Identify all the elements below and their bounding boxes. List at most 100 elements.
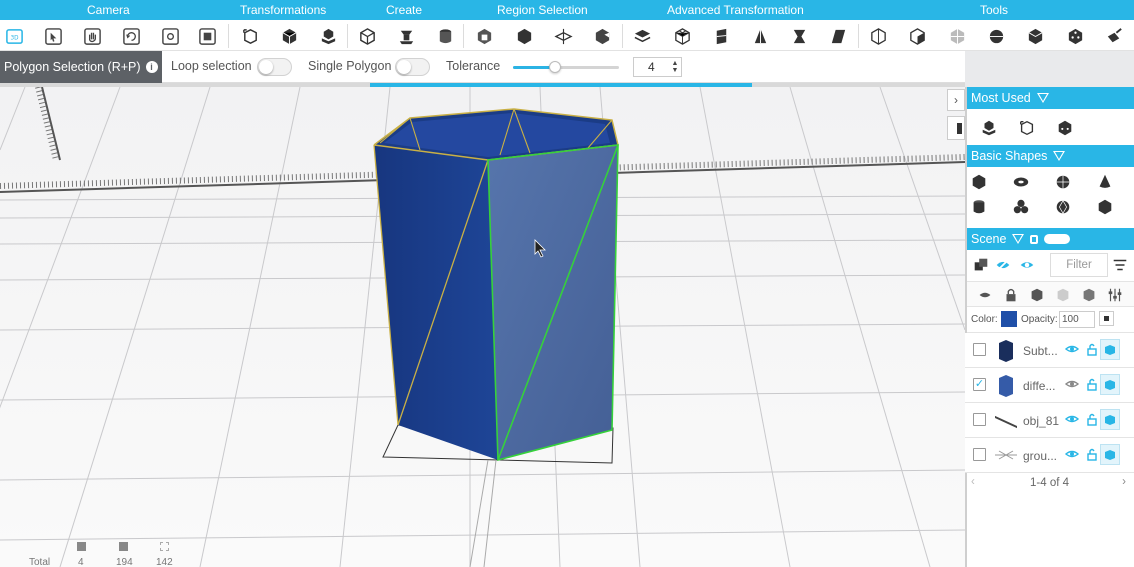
view-3d-button[interactable]: 3D [2,24,26,48]
scene-row[interactable]: obj_81 [965,403,1134,438]
basic-shapes-header[interactable]: Basic Shapes [967,145,1134,167]
region-button-3[interactable] [551,24,575,48]
scene-hide-button[interactable] [993,255,1013,275]
unlock-icon[interactable] [1085,377,1099,391]
shape-sphere-button[interactable] [1053,172,1073,192]
column-shaded-icon[interactable] [1079,285,1099,305]
scene-view-toggle[interactable] [1044,234,1071,244]
rotate-view-button[interactable] [119,24,143,48]
tool-button-1[interactable] [866,24,890,48]
ribbon-tab-region-selection[interactable]: Region Selection [497,3,588,17]
transform-button-2[interactable] [277,24,301,48]
scene-boolean-button[interactable] [971,255,991,275]
shape-cube-button[interactable] [969,172,989,192]
advanced-button-3[interactable] [709,24,733,48]
shape-spheres-button[interactable] [1011,197,1031,217]
advanced-button-4[interactable] [748,24,772,48]
most-used-item-2[interactable] [1017,118,1037,138]
shape-cone-button[interactable] [1095,172,1115,192]
camera-box-button[interactable] [195,24,219,48]
scene-row[interactable]: Subt... [965,333,1134,368]
visibility-eye-icon[interactable] [1065,377,1079,391]
unlock-icon[interactable] [1085,447,1099,461]
visibility-eye-icon[interactable] [1065,342,1079,356]
single-polygon-label: Single Polygon [308,59,392,73]
scene-row[interactable]: ✓ diffe... [965,368,1134,403]
select-button[interactable] [41,24,65,48]
transform-button-3[interactable] [316,24,340,48]
visibility-eye-icon[interactable] [1065,447,1079,461]
opacity-toggle-button[interactable] [1099,311,1114,326]
panel-side-tab[interactable] [947,116,965,140]
most-used-item-3[interactable] [1055,118,1075,138]
3d-viewport[interactable]: Total 4 194 142 [0,87,965,567]
tolerance-input[interactable]: 4 ▲ ▼ [633,57,682,77]
row-checkbox[interactable] [973,343,986,356]
tool-button-2[interactable] [905,24,929,48]
ribbon-tab-camera[interactable]: Camera [87,3,130,17]
pan-button[interactable] [80,24,104,48]
most-used-item-1[interactable] [979,118,999,138]
color-swatch[interactable] [1001,311,1017,327]
column-settings-icon[interactable] [1105,285,1125,305]
scene-menu-button[interactable] [1110,255,1130,275]
unlock-icon[interactable] [1085,412,1099,426]
row-checkbox[interactable] [973,448,986,461]
ribbon-tab-advanced-transformation[interactable]: Advanced Transformation [667,3,804,17]
scene-filter-input[interactable]: Filter [1050,253,1108,277]
tolerance-stepper[interactable]: ▲ ▼ [671,60,679,74]
tool-button-7[interactable] [1102,24,1126,48]
scene-square-icon[interactable] [1030,234,1039,244]
solid-mode-button[interactable] [1100,374,1120,395]
create-button-1[interactable] [355,24,379,48]
single-polygon-toggle[interactable] [395,58,430,76]
tool-button-4[interactable] [984,24,1008,48]
row-checkbox[interactable]: ✓ [973,378,986,391]
create-button-3[interactable] [433,24,457,48]
shape-torus-button[interactable] [1011,172,1031,192]
region-button-2[interactable] [512,24,536,48]
column-solid-icon[interactable] [1027,285,1047,305]
region-button-4[interactable] [590,24,614,48]
create-button-2[interactable] [394,24,418,48]
advanced-button-1[interactable] [630,24,654,48]
tolerance-slider-handle[interactable] [549,61,562,73]
solid-mode-button[interactable] [1100,409,1120,430]
shape-polyhedron-button[interactable] [1095,197,1115,217]
shape-cylinder-button[interactable] [969,197,989,217]
scene-canvas[interactable] [0,87,965,567]
column-wire-icon[interactable] [1053,285,1073,305]
transform-button-1[interactable] [238,24,262,48]
ribbon-tab-tools[interactable]: Tools [980,3,1008,17]
boolean-icon [974,258,988,271]
visibility-eye-icon[interactable] [1065,412,1079,426]
column-lock-icon[interactable] [1001,285,1021,305]
scene-row[interactable]: grou... [965,438,1134,473]
info-icon[interactable]: i [145,61,158,73]
opacity-input[interactable]: 100 [1059,311,1095,328]
tolerance-slider[interactable] [513,61,619,73]
advanced-button-5[interactable] [787,24,811,48]
tool-button-6[interactable] [1063,24,1087,48]
tool-button-5[interactable] [1023,24,1047,48]
selected-object[interactable] [373,108,619,462]
advanced-button-6[interactable] [826,24,850,48]
column-visibility-icon[interactable] [975,285,995,305]
next-page-button[interactable]: › [1122,476,1126,488]
solid-mode-button[interactable] [1100,444,1120,465]
ribbon-tab-create[interactable]: Create [386,3,422,17]
solid-mode-button[interactable] [1100,339,1120,360]
shape-geodesic-button[interactable] [1053,197,1073,217]
row-checkbox[interactable] [973,413,986,426]
collapse-triangle-icon[interactable] [1012,234,1025,244]
tool-button-3[interactable] [945,24,969,48]
unlock-icon[interactable] [1085,342,1099,356]
most-used-header[interactable]: Most Used [967,87,1134,109]
region-button-1[interactable] [472,24,496,48]
loop-selection-toggle[interactable] [257,58,292,76]
zoom-fit-button[interactable] [158,24,182,48]
panel-collapse-button[interactable]: › [947,89,965,111]
ribbon-tab-transformations[interactable]: Transformations [240,3,326,17]
advanced-button-2[interactable] [670,24,694,48]
scene-show-button[interactable] [1017,255,1037,275]
